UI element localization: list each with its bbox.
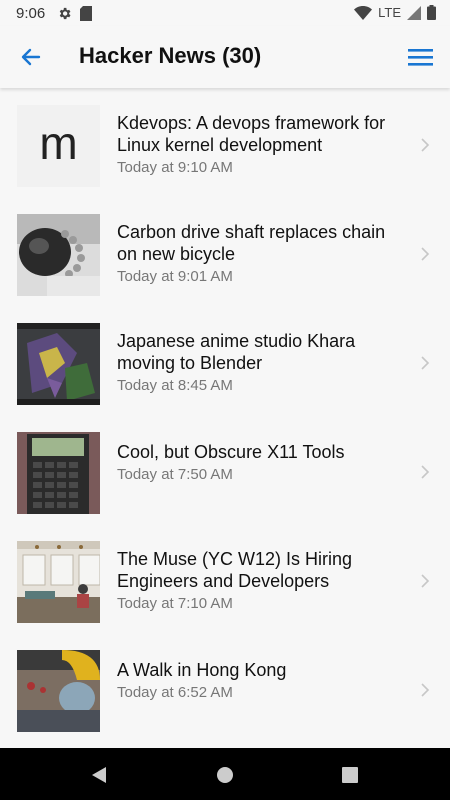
item-time: Today at 7:50 AM [117, 466, 233, 483]
hong-kong-street-image [17, 650, 100, 732]
office-photo-image [17, 541, 100, 623]
item-time: Today at 7:10 AM [117, 595, 233, 612]
item-text: Carbon drive shaft replaces chain on new… [117, 221, 407, 285]
item-title: Kdevops: A devops framework for Linux ke… [117, 113, 386, 155]
story-list[interactable]: m Kdevops: A devops framework for Linux … [0, 88, 450, 748]
back-triangle-icon [92, 767, 106, 783]
signal-icon [407, 5, 421, 20]
item-text: Japanese anime studio Khara moving to Bl… [117, 330, 407, 394]
nav-recents-button[interactable] [339, 764, 361, 786]
item-title: A Walk in Hong Kong [117, 660, 287, 680]
chevron-right-icon [421, 574, 430, 588]
list-item[interactable]: Carbon drive shaft replaces chain on new… [0, 197, 450, 306]
item-text: The Muse (YC W12) Is Hiring Engineers an… [117, 548, 407, 612]
calculator-image [17, 432, 100, 514]
item-time: Today at 9:10 AM [117, 159, 233, 176]
item-time: Today at 9:01 AM [117, 268, 233, 285]
anime-robot-image [17, 323, 100, 405]
chevron-right-icon [421, 356, 430, 370]
thumbnail-letter: m [39, 117, 78, 169]
item-text: Cool, but Obscure X11 Tools Today at 7:5… [117, 441, 407, 483]
page-title: Hacker News (30) [79, 43, 262, 68]
list-item[interactable]: The Muse (YC W12) Is Hiring Engineers an… [0, 524, 450, 633]
system-nav-bar [0, 748, 450, 800]
back-button[interactable] [17, 43, 45, 71]
item-text: Kdevops: A devops framework for Linux ke… [117, 112, 407, 176]
bicycle-drive-image [17, 214, 100, 296]
home-circle-icon [217, 767, 233, 783]
item-title: The Muse (YC W12) Is Hiring Engineers an… [117, 549, 353, 591]
network-type: LTE [378, 5, 401, 20]
item-title: Carbon drive shaft replaces chain on new… [117, 222, 386, 264]
nav-home-button[interactable] [214, 764, 236, 786]
nav-back-button[interactable] [88, 764, 110, 786]
list-item[interactable]: A Walk in Hong Kong Today at 6:52 AM [0, 633, 450, 742]
thumbnail [17, 541, 100, 623]
list-item[interactable]: Japanese anime studio Khara moving to Bl… [0, 306, 450, 415]
status-left-icons [57, 5, 93, 21]
thumbnail [17, 323, 100, 405]
item-time: Today at 6:52 AM [117, 684, 233, 701]
status-bar: 9:06 LTE [0, 0, 450, 26]
chevron-right-icon [421, 683, 430, 697]
chevron-right-icon [421, 138, 430, 152]
hamburger-menu-icon [408, 49, 433, 66]
chevron-right-icon [421, 247, 430, 261]
menu-button[interactable] [406, 43, 436, 71]
item-time: Today at 8:45 AM [117, 377, 233, 394]
item-title: Japanese anime studio Khara moving to Bl… [117, 331, 356, 373]
app-bar: Hacker News (30) [0, 26, 450, 88]
sd-card-icon [80, 5, 93, 21]
list-item[interactable]: Cool, but Obscure X11 Tools Today at 7:5… [0, 415, 450, 524]
gear-icon [59, 7, 71, 19]
status-time: 9:06 [16, 4, 46, 22]
recents-square-icon [342, 767, 358, 783]
item-title: Cool, but Obscure X11 Tools [117, 442, 345, 462]
wifi-icon [354, 5, 373, 20]
chevron-right-icon [421, 465, 430, 479]
back-arrow-icon [21, 48, 41, 66]
battery-icon [427, 5, 436, 20]
thumbnail [17, 432, 100, 514]
thumbnail [17, 650, 100, 732]
thumbnail [17, 214, 100, 296]
status-right: LTE [354, 5, 436, 20]
item-text: A Walk in Hong Kong Today at 6:52 AM [117, 659, 407, 701]
list-item[interactable]: m Kdevops: A devops framework for Linux … [0, 88, 450, 197]
thumbnail: m [17, 105, 100, 187]
